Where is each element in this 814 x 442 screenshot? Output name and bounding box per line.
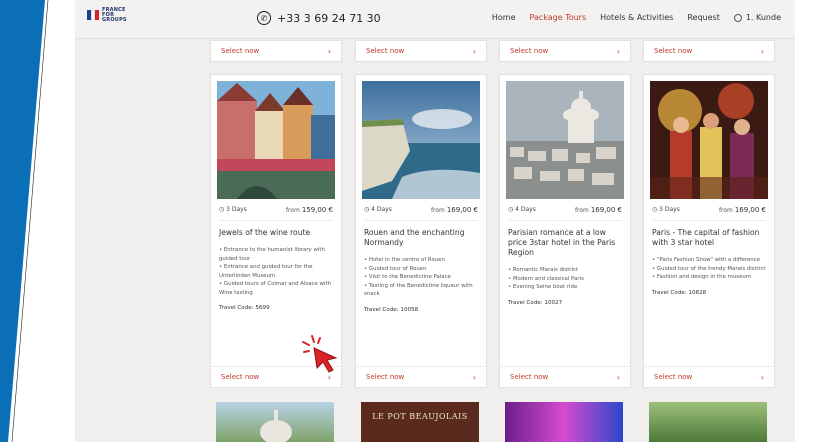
price: from 159,00 € — [285, 206, 333, 214]
travel-code: Travel Code: 10828 — [652, 289, 707, 296]
next-tour-image[interactable] — [505, 402, 623, 442]
next-tour-image[interactable]: LE POT BEAUJOLAIS — [361, 402, 479, 442]
top-navigation-bar: FRANCE FOR GROUPS ✆ +33 3 69 24 71 30 Ho… — [75, 0, 795, 39]
tour-card[interactable]: ◷ 4 Days from 169,00 € Rouen and the enc… — [355, 74, 487, 388]
duration: ◷ 3 Days — [652, 206, 680, 213]
feature-item: Entrance and guided tour for the Unterli… — [219, 263, 333, 280]
select-now-button[interactable]: Select now › — [356, 367, 486, 387]
prev-row-card-2[interactable]: Select now › — [355, 40, 487, 62]
feature-item: Modern and classical Paris — [508, 275, 622, 284]
phone-number: +33 3 69 24 71 30 — [277, 11, 381, 25]
feature-list: Entrance to the humanist library with gu… — [211, 246, 341, 297]
feature-item: Guided tour of the trendy Marais distric… — [652, 265, 766, 274]
shop-sign-text: LE POT BEAUJOLAIS — [372, 412, 468, 421]
feature-item: Entrance to the humanist library with gu… — [219, 246, 333, 263]
decorative-blue-panel — [0, 0, 45, 442]
select-now-button[interactable]: Select now › — [211, 41, 341, 61]
feature-item: Tasting of the Benedictine liqueur with … — [364, 282, 478, 299]
travel-code: Travel Code: 5699 — [219, 305, 270, 311]
feature-item: Fashion and design in the museum — [652, 273, 766, 282]
travel-code: Travel Code: 10027 — [508, 299, 563, 306]
tour-card[interactable]: ◷ 4 Days from 169,00 € Parisian romance … — [499, 74, 631, 388]
tour-meta: ◷ 3 Days from 169,00 € — [644, 199, 774, 214]
tour-title[interactable]: Jewels of the wine route — [211, 221, 341, 238]
select-now-button[interactable]: Select now › — [644, 41, 774, 61]
phone-icon: ✆ — [257, 11, 271, 25]
flag-icon — [87, 10, 99, 20]
select-now-button[interactable]: Select now › — [356, 41, 486, 61]
site-logo[interactable]: FRANCE FOR GROUPS — [87, 8, 127, 23]
price: from 169,00 € — [574, 206, 622, 214]
select-now-button[interactable]: Select now › — [500, 41, 630, 61]
tour-image-fashion[interactable] — [650, 81, 768, 199]
logo-text: FRANCE FOR GROUPS — [102, 7, 127, 23]
feature-item: Visit to the Benedictine Palace — [364, 273, 478, 282]
prev-row-card-1[interactable]: Select now › — [210, 40, 342, 62]
prev-row-card-4[interactable]: Select now › — [643, 40, 775, 62]
tour-image-paris[interactable] — [506, 81, 624, 199]
feature-item: Guided tours of Colmar and Alsace with W… — [219, 280, 333, 297]
main-nav: Home Package Tours Hotels & Activities R… — [492, 13, 781, 22]
tour-meta: ◷ 4 Days from 169,00 € — [356, 199, 486, 214]
nav-request[interactable]: Request — [687, 13, 720, 22]
user-account[interactable]: 1. Kunde — [733, 13, 781, 22]
user-icon — [733, 13, 742, 22]
tour-card[interactable]: ◷ 3 Days from 169,00 € Paris - The capit… — [643, 74, 775, 388]
next-tour-image[interactable] — [216, 402, 334, 442]
tour-image-colmar[interactable] — [217, 81, 335, 199]
feature-item: "Paris Fashion Show" with a difference — [652, 256, 766, 265]
price: from 169,00 € — [718, 206, 766, 214]
tour-meta: ◷ 4 Days from 169,00 € — [500, 199, 630, 214]
user-name: 1. Kunde — [745, 13, 781, 22]
select-now-button[interactable]: Select now › — [644, 367, 774, 387]
select-now-button[interactable]: Select now › — [500, 367, 630, 387]
tour-meta: ◷ 3 Days from 159,00 € — [211, 199, 341, 214]
tour-title[interactable]: Rouen and the enchanting Normandy — [356, 221, 486, 248]
nav-package-tours[interactable]: Package Tours — [529, 13, 586, 22]
tour-title[interactable]: Paris - The capital of fashion with 3 st… — [644, 221, 774, 248]
tour-title[interactable]: Parisian romance at a low price 3star ho… — [500, 221, 630, 258]
next-tour-image[interactable] — [649, 402, 767, 442]
website-frame: FRANCE FOR GROUPS ✆ +33 3 69 24 71 30 Ho… — [75, 0, 795, 442]
feature-item: Guided tour of Rouen — [364, 265, 478, 274]
phone-contact[interactable]: ✆ +33 3 69 24 71 30 — [257, 11, 381, 25]
feature-item: Evening Seine boat ride — [508, 283, 622, 292]
duration: ◷ 4 Days — [508, 206, 536, 213]
tour-image-normandy[interactable] — [362, 81, 480, 199]
duration: ◷ 3 Days — [219, 206, 247, 213]
nav-home[interactable]: Home — [492, 13, 516, 22]
feature-list: Romantic Marais district Modern and clas… — [500, 266, 630, 292]
price: from 169,00 € — [430, 206, 478, 214]
feature-item: Hotel in the centre of Rouen — [364, 256, 478, 265]
travel-code: Travel Code: 10058 — [364, 306, 419, 313]
feature-list: Hotel in the centre of Rouen Guided tour… — [356, 256, 486, 299]
feature-item: Romantic Marais district — [508, 266, 622, 275]
prev-row-card-3[interactable]: Select now › — [499, 40, 631, 62]
duration: ◷ 4 Days — [364, 206, 392, 213]
feature-list: "Paris Fashion Show" with a difference G… — [644, 256, 774, 282]
nav-hotels-activities[interactable]: Hotels & Activities — [600, 13, 673, 22]
click-cursor-icon — [302, 335, 338, 373]
